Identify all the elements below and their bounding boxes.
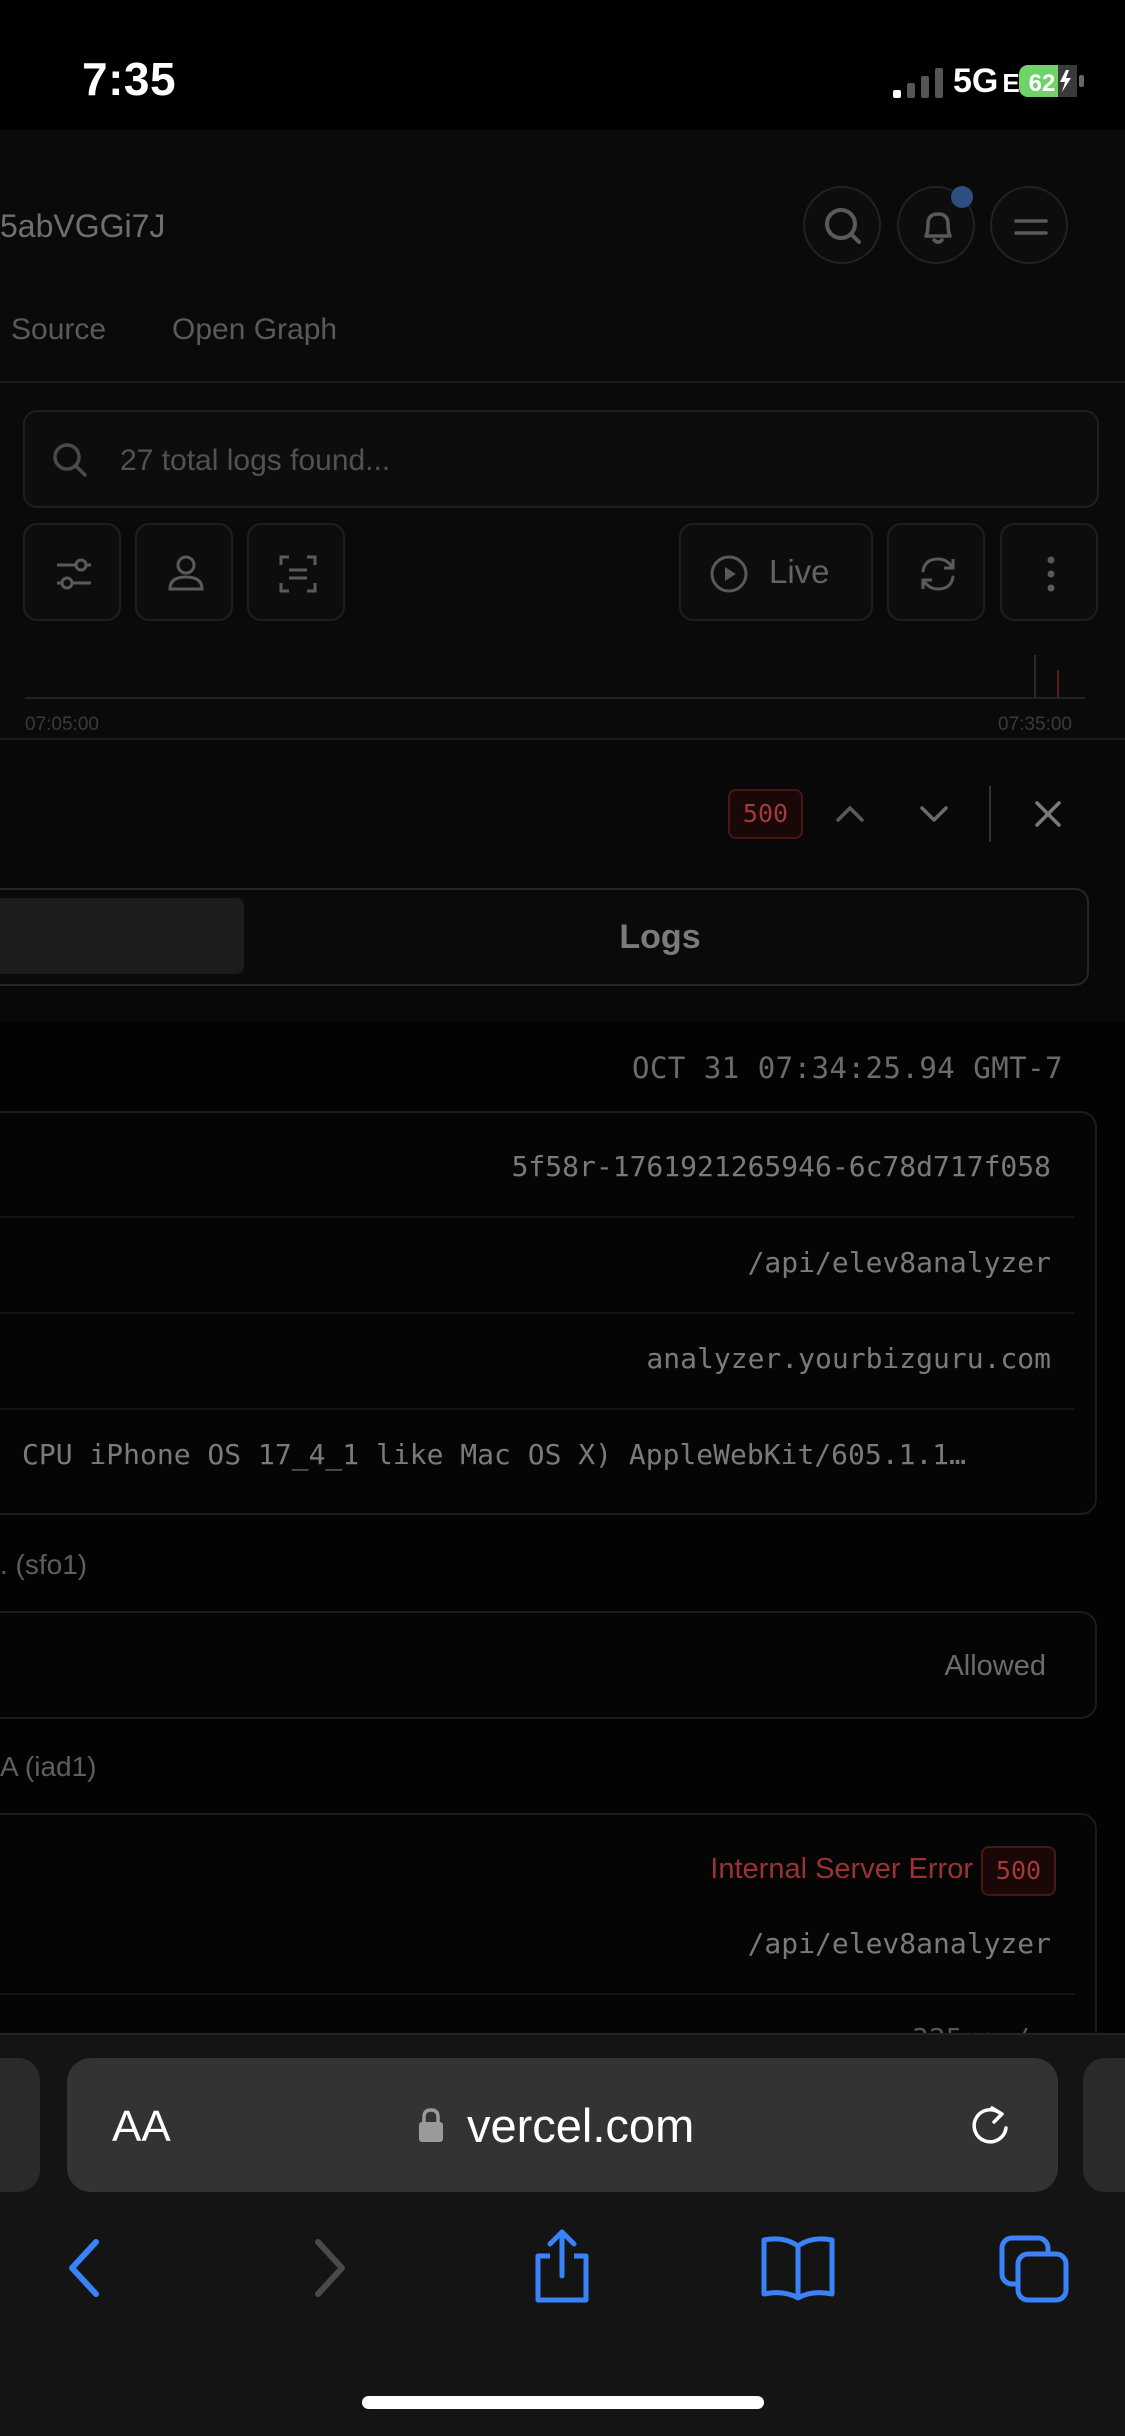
status-time: 7:35 [82,53,177,105]
user-agent: CPU iPhone OS 17_4_1 like Mac OS X) Appl… [22,1438,967,1471]
next-tab-preview[interactable] [1083,2058,1125,2192]
search-icon [53,443,87,477]
status-code-badge: 500 [728,789,803,839]
error-text: Internal Server Error [710,1853,973,1885]
request-host: analyzer.yourbizguru.com [646,1342,1051,1375]
battery-icon: 62 [1019,65,1084,97]
home-indicator [362,2396,764,2409]
scan-button[interactable] [247,523,345,621]
live-label: Live [769,553,830,590]
more-vertical-icon [1047,556,1055,592]
segment-request[interactable] [0,898,244,974]
tab-open-graph[interactable]: Open Graph [172,313,337,347]
function-region: A (iad1) [0,1751,97,1782]
divider [0,381,1125,383]
search-placeholder: 27 total logs found... [120,444,391,477]
row-divider [0,1408,1075,1410]
user-icon [168,555,204,591]
svg-text:62: 62 [1029,70,1056,97]
url-text: vercel.com [467,2099,695,2152]
row-divider [0,1216,1075,1218]
sliders-icon [57,558,91,590]
back-icon[interactable] [60,2236,110,2300]
timeline-axis [25,697,1085,699]
bookmarks-icon[interactable] [758,2232,838,2302]
segment-logs[interactable]: Logs [560,918,760,957]
row-divider [0,1993,1075,1995]
menu-button[interactable] [990,186,1068,264]
cellular-signal-icon [893,68,943,98]
tab-source[interactable]: Source [11,313,106,347]
header-divider [989,786,991,842]
play-icon [710,555,748,593]
chevron-up-icon[interactable] [828,792,872,836]
close-icon[interactable] [1026,792,1070,836]
row-divider [0,1312,1075,1314]
timeline-end-label: 07:35:00 [998,714,1072,735]
scan-icon [279,555,317,593]
previous-tab-preview[interactable] [0,2058,40,2192]
network-type: 5G E [953,62,1020,100]
tabs-icon[interactable] [996,2232,1072,2304]
more-options-button[interactable] [1000,523,1098,621]
search-button[interactable] [803,186,881,264]
function-path: /api/elev8analyzer [747,1927,1051,1960]
timeline-error-bar [1057,670,1059,697]
chevron-down-icon[interactable] [912,792,956,836]
refresh-button[interactable] [887,523,985,621]
lock-icon [419,2108,443,2142]
user-filter-button[interactable] [135,523,233,621]
share-icon[interactable] [528,2226,596,2306]
timeline-start-label: 07:05:00 [25,714,99,735]
reader-settings-button[interactable]: AA [112,2102,171,2152]
notification-dot [951,186,973,208]
request-id: 5f58r-1761921265946-6c78d717f058 [511,1150,1051,1183]
reload-icon[interactable] [964,2100,1016,2152]
hamburger-icon [1014,219,1048,235]
timeline-bar [1034,655,1036,697]
log-timestamp: OCT 31 07:34:25.94 GMT-7 [632,1051,1064,1085]
firewall-region: . (sfo1) [0,1549,88,1580]
firewall-result: Allowed [944,1650,1046,1682]
firewall-card [0,1611,1097,1719]
request-path: /api/elev8analyzer [747,1246,1051,1279]
refresh-icon [921,557,955,591]
error-code-badge: 500 [981,1846,1056,1896]
search-icon [825,208,861,244]
forward-icon[interactable] [304,2236,354,2300]
page-title: 5abVGGi7J [0,208,166,244]
filter-button[interactable] [23,523,121,621]
